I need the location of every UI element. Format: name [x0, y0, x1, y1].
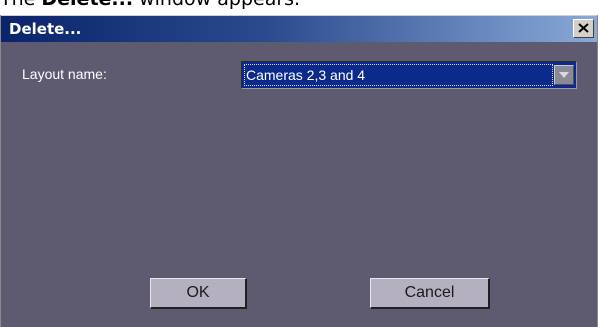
ok-button[interactable]: OK	[150, 278, 247, 309]
chevron-down-icon	[559, 72, 569, 78]
instruction-caption: The Delete... window appears.	[0, 0, 598, 11]
close-button[interactable]	[573, 19, 594, 38]
caption-suffix: window appears.	[133, 0, 300, 10]
cancel-button[interactable]: Cancel	[370, 278, 490, 309]
dropdown-button[interactable]	[554, 65, 574, 85]
window-title: Delete...	[9, 20, 82, 38]
title-bar[interactable]: Delete...	[1, 15, 597, 42]
close-icon	[578, 23, 589, 33]
delete-dialog: Delete... Layout name: Cameras 2,3 and 4…	[0, 15, 598, 327]
layout-name-dropdown[interactable]: Cameras 2,3 and 4	[241, 61, 577, 89]
caption-window-name: Delete...	[41, 0, 133, 10]
caption-prefix: The	[0, 0, 41, 10]
layout-name-label: Layout name:	[22, 66, 107, 82]
layout-name-selected-value: Cameras 2,3 and 4	[244, 64, 553, 86]
